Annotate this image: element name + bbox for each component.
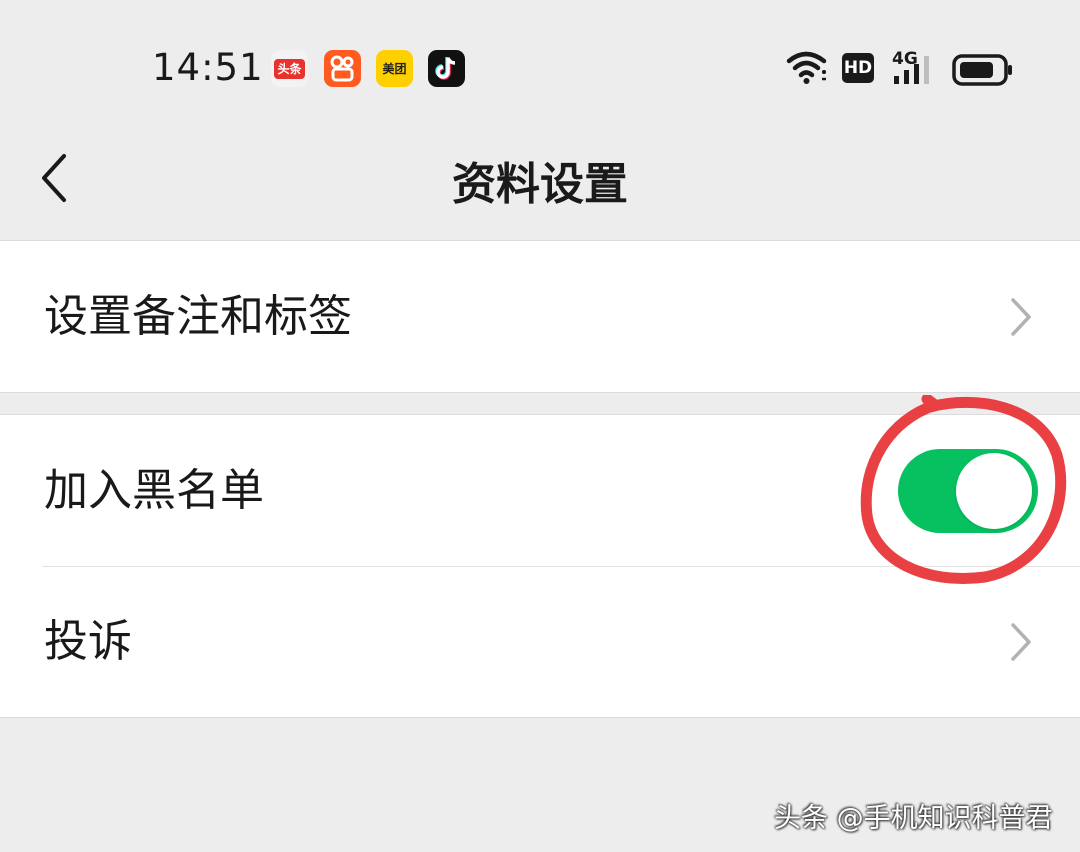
meituan-app-icon: 美团: [376, 50, 413, 87]
complain-label: 投诉: [44, 616, 132, 667]
toggle-knob: [956, 453, 1032, 529]
blacklist-cell: 加入黑名单: [0, 415, 1080, 567]
complain-cell[interactable]: 投诉: [0, 566, 1080, 717]
battery-icon: [952, 54, 1012, 86]
page-title: 资料设置: [452, 159, 628, 210]
toutiao-app-label: 头条: [274, 58, 305, 79]
remark-tags-cell[interactable]: 设置备注和标签: [0, 241, 1080, 392]
chevron-right-icon: [1011, 298, 1031, 336]
status-time: 14:51: [152, 46, 264, 89]
meituan-app-label: 美团: [382, 61, 407, 76]
status-bar: 14:51 头条 美团 HD 4G: [0, 0, 1080, 140]
wifi-icon: [786, 51, 827, 84]
kuaishou-app-icon: [324, 50, 361, 87]
settings-group-remark: 设置备注和标签: [0, 240, 1080, 393]
settings-group-privacy: 加入黑名单 投诉: [0, 414, 1080, 718]
chevron-right-icon: [1011, 623, 1031, 661]
signal-4g-icon: 4G: [892, 49, 929, 84]
network-type-label: 4G: [892, 49, 918, 69]
remark-tags-label: 设置备注和标签: [44, 291, 352, 342]
blacklist-toggle[interactable]: [898, 449, 1038, 533]
toutiao-app-icon: 头条: [271, 50, 308, 87]
hd-icon: HD: [842, 53, 874, 83]
blacklist-label: 加入黑名单: [44, 465, 264, 516]
douyin-app-icon: [428, 50, 465, 87]
watermark: 头条 @手机知识科普君: [774, 803, 1053, 834]
